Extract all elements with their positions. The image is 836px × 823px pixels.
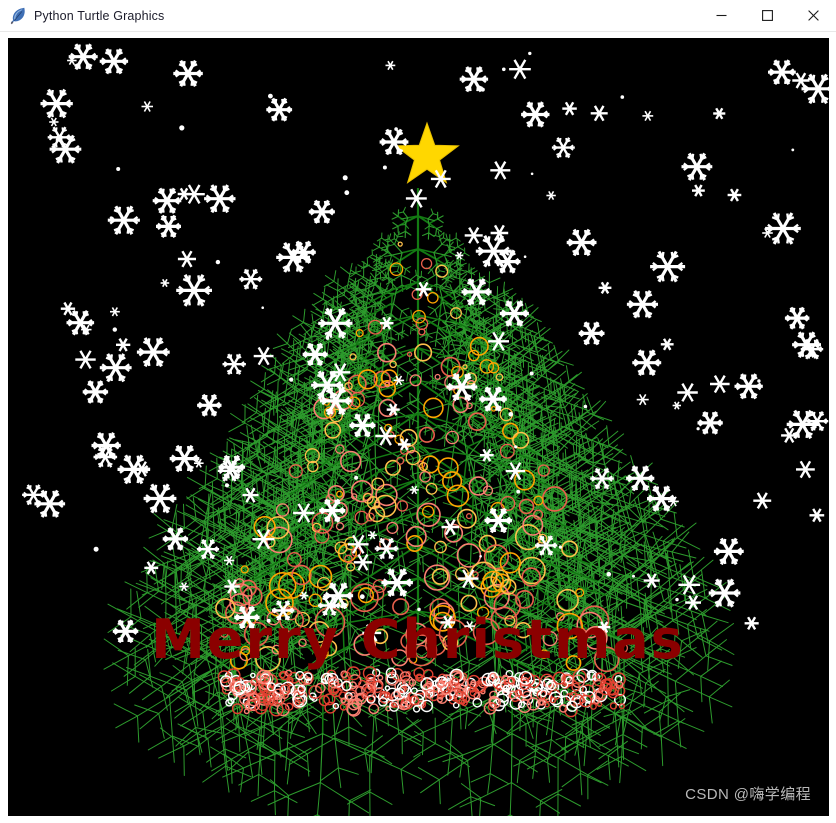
turtle-graphics-window: Python Turtle Graphics — [0, 0, 836, 816]
feather-quill-icon — [9, 7, 25, 25]
window-controls — [698, 0, 836, 31]
turtle-canvas[interactable]: Merry Christmas CSDN @嗨学编程 — [8, 38, 829, 816]
close-button[interactable] — [790, 0, 836, 31]
window-title: Python Turtle Graphics — [34, 9, 164, 23]
canvas-container: Merry Christmas CSDN @嗨学编程 — [0, 32, 836, 823]
christmas-scene: Merry Christmas — [8, 38, 829, 816]
greeting-text: Merry Christmas — [151, 608, 685, 671]
minimize-button[interactable] — [698, 0, 744, 31]
maximize-button[interactable] — [744, 0, 790, 31]
title-bar[interactable]: Python Turtle Graphics — [0, 0, 836, 32]
